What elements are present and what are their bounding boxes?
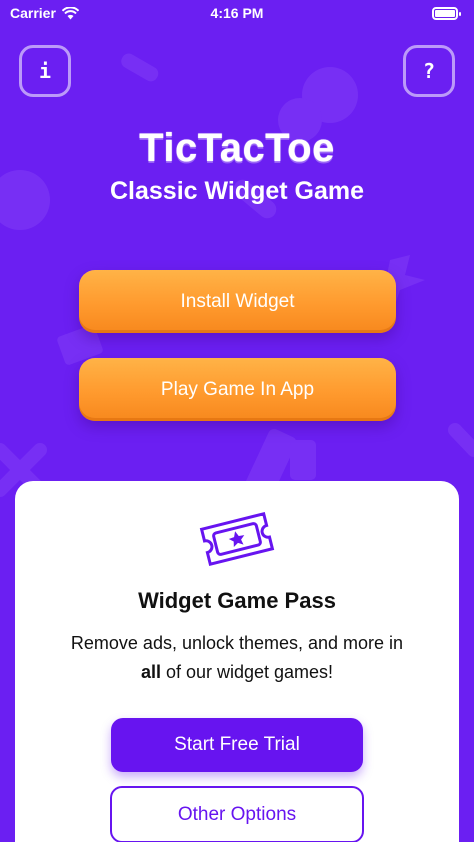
pass-desc-line1: Remove ads, unlock themes, and more in xyxy=(70,633,404,653)
start-free-trial-button[interactable]: Start Free Trial xyxy=(111,718,363,772)
app-subtitle: Classic Widget Game xyxy=(109,177,365,205)
info-icon: i xyxy=(38,59,52,83)
pass-description: Remove ads, unlock themes, and more in a… xyxy=(35,629,439,687)
battery-icon xyxy=(432,6,461,20)
app-title: TicTacToe xyxy=(139,126,335,170)
info-button[interactable]: i xyxy=(19,45,71,97)
game-pass-card: Widget Game Pass Remove ads, unlock them… xyxy=(15,481,459,842)
install-widget-button[interactable]: Install Widget xyxy=(79,270,396,333)
ticket-icon xyxy=(199,511,275,567)
pass-desc-line2: of our widget games! xyxy=(160,662,334,682)
help-icon: ? xyxy=(422,59,436,83)
clock: 4:16 PM xyxy=(210,5,264,21)
other-options-button[interactable]: Other Options xyxy=(110,786,364,842)
pass-title: Widget Game Pass xyxy=(138,588,336,613)
help-button[interactable]: ? xyxy=(403,45,455,97)
play-in-app-button[interactable]: Play Game In App xyxy=(79,358,396,421)
status-bar: Carrier 4:16 PM xyxy=(0,0,474,26)
pass-desc-bold: all xyxy=(140,662,161,682)
